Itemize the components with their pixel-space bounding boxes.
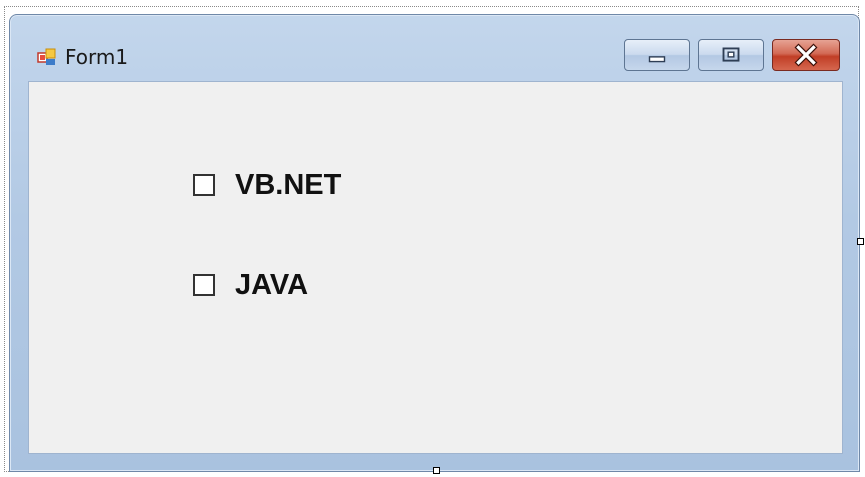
resize-handle-bottom[interactable]	[433, 467, 440, 474]
checkbox-label[interactable]: VB.NET	[235, 168, 341, 202]
close-button[interactable]	[772, 39, 840, 71]
checkbox-vbnet[interactable]: VB.NET	[193, 168, 341, 202]
title-bar[interactable]: Form1	[10, 15, 859, 81]
maximize-icon	[722, 47, 740, 62]
close-icon	[794, 43, 818, 67]
minimize-button[interactable]	[624, 39, 690, 71]
checkbox-java[interactable]: JAVA	[193, 268, 308, 302]
form-window[interactable]: Form1 VB.NET JAVA	[9, 14, 860, 472]
window-title: Form1	[65, 45, 129, 69]
checkbox-box[interactable]	[193, 174, 215, 196]
form-client-area: VB.NET JAVA	[28, 81, 843, 454]
checkbox-label[interactable]: JAVA	[235, 268, 308, 302]
resize-handle-right[interactable]	[857, 238, 864, 245]
minimize-icon	[648, 56, 666, 63]
winforms-form-icon	[37, 48, 56, 65]
maximize-button[interactable]	[698, 39, 764, 71]
checkbox-box[interactable]	[193, 274, 215, 296]
